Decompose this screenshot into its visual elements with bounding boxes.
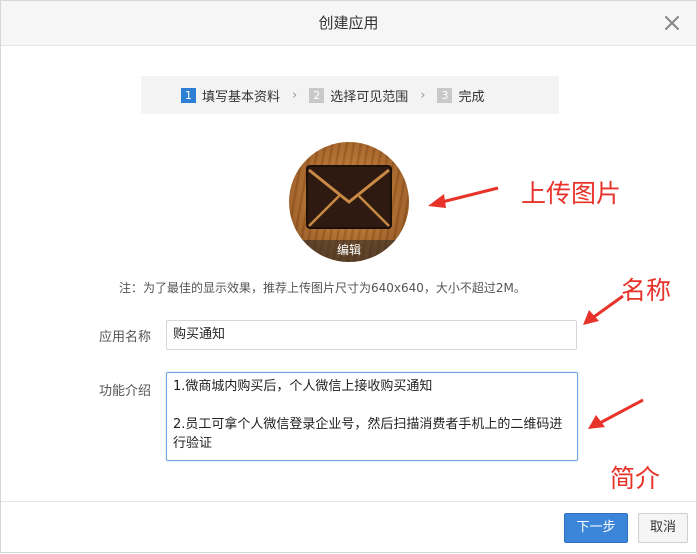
create-app-dialog: 创建应用 1 填写基本资料 › 2 选择可见范围 › 3 完成 编辑 上传图片 … xyxy=(0,0,697,553)
edit-logo-button[interactable]: 编辑 xyxy=(289,240,409,262)
dialog-header: 创建应用 xyxy=(1,1,696,46)
step-label: 完成 xyxy=(458,89,485,105)
annotation-upload-label: 上传图片 xyxy=(521,179,622,208)
next-step-button[interactable]: 下一步 xyxy=(564,513,628,543)
step-number: 1 xyxy=(181,87,196,103)
name-field-label: 应用名称 xyxy=(99,330,152,345)
step-number: 2 xyxy=(309,87,325,103)
app-logo-upload[interactable]: 编辑 xyxy=(289,142,409,262)
step-label: 填写基本资料 xyxy=(202,89,281,105)
chevron-right-icon: › xyxy=(292,87,298,103)
annotation-arrow-name xyxy=(583,294,624,325)
step-basic-info: 1 填写基本资料 xyxy=(181,86,280,105)
annotation-arrow-intro xyxy=(588,398,644,429)
upload-note: 注：为了最佳的显示效果，推荐上传图片尺寸为640x640，大小不超过2M。 xyxy=(119,281,526,295)
step-visibility: 2 选择可见范围 xyxy=(309,86,408,105)
envelope-icon xyxy=(306,165,392,229)
step-indicator: 1 填写基本资料 › 2 选择可见范围 › 3 完成 xyxy=(141,76,559,114)
close-icon[interactable] xyxy=(662,13,682,33)
chevron-right-icon: › xyxy=(420,87,426,103)
annotation-arrow-upload xyxy=(428,186,499,208)
cancel-button[interactable]: 取消 xyxy=(638,513,688,543)
step-complete: 3 完成 xyxy=(437,86,484,105)
step-label: 选择可见范围 xyxy=(330,89,409,105)
annotation-name-label: 名称 xyxy=(621,276,672,305)
app-name-input[interactable]: 购买通知 xyxy=(166,320,577,350)
step-number: 3 xyxy=(437,87,453,103)
app-description-textarea[interactable]: 1.微商城内购买后，个人微信上接收购买通知 2.员工可拿个人微信登录企业号，然后… xyxy=(166,372,578,461)
dialog-title: 创建应用 xyxy=(318,14,379,32)
annotation-intro-label: 简介 xyxy=(610,464,661,493)
description-field-label: 功能介绍 xyxy=(99,384,152,399)
